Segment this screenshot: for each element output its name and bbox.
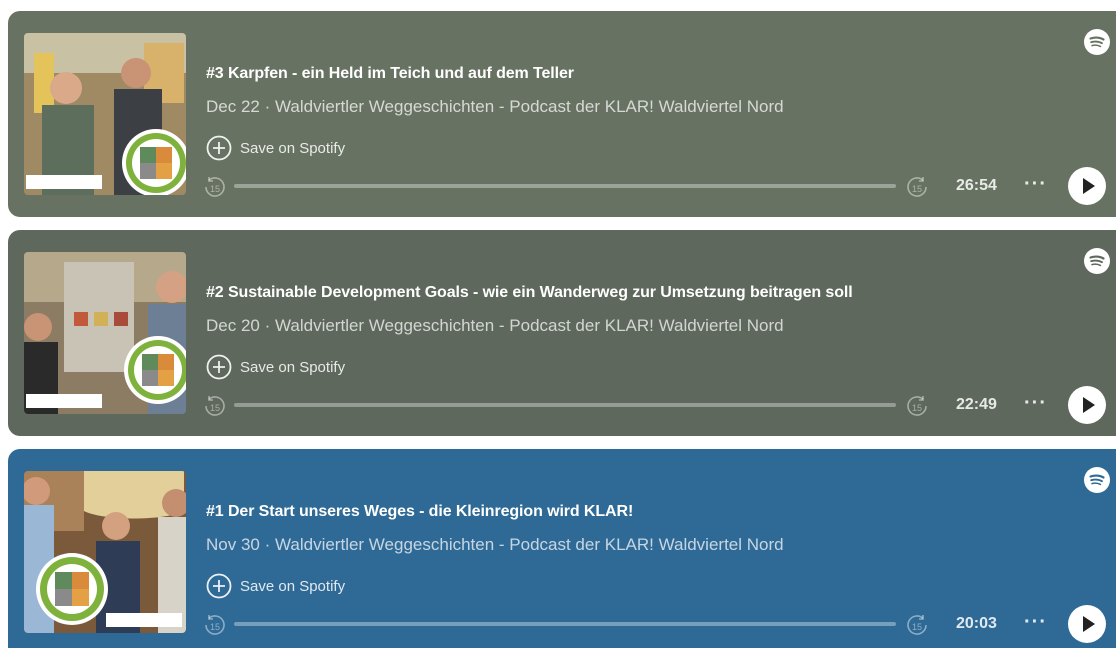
episode-meta: Nov 30 · Waldviertler Weggeschichten - P… [206, 535, 784, 554]
progress-bar[interactable] [234, 622, 896, 626]
play-icon [1083, 178, 1095, 194]
episode-cover-image[interactable] [24, 33, 186, 195]
more-options-button[interactable]: ··· [1024, 611, 1047, 634]
plus-circle-icon [206, 135, 232, 161]
episode-duration: 26:54 [956, 177, 997, 194]
skip-forward-15-icon[interactable]: 15 [904, 174, 930, 200]
episode-duration: 20:03 [956, 615, 997, 632]
save-label: Save on Spotify [240, 577, 346, 595]
episode-card-1[interactable]: #1 Der Start unseres Weges - die Kleinre… [8, 449, 1116, 648]
save-label: Save on Spotify [240, 358, 346, 376]
plus-circle-icon [206, 354, 232, 380]
playback-controls: 15 15 22:49 ··· [202, 386, 1110, 424]
svg-text:15: 15 [210, 184, 220, 194]
spotify-icon[interactable] [1084, 29, 1110, 55]
play-icon [1083, 616, 1095, 632]
skip-back-15-icon[interactable]: 15 [202, 393, 228, 419]
episode-cover-image[interactable] [24, 471, 186, 633]
svg-text:15: 15 [912, 622, 922, 632]
more-options-button[interactable]: ··· [1024, 173, 1047, 196]
episode-cover-image[interactable] [24, 252, 186, 414]
playback-controls: 15 15 20:03 ··· [202, 605, 1110, 643]
save-on-spotify-button[interactable]: Save on Spotify [206, 573, 345, 599]
episode-title[interactable]: #3 Karpfen - ein Held im Teich und auf d… [206, 65, 574, 83]
play-button[interactable] [1068, 386, 1106, 424]
svg-text:15: 15 [912, 403, 922, 413]
episode-title[interactable]: #2 Sustainable Development Goals - wie e… [206, 284, 853, 302]
save-label: Save on Spotify [240, 139, 346, 157]
svg-text:15: 15 [210, 622, 220, 632]
plus-circle-icon [206, 573, 232, 599]
episode-meta: Dec 22 · Waldviertler Weggeschichten - P… [206, 97, 784, 116]
spotify-icon[interactable] [1084, 248, 1110, 274]
episode-title[interactable]: #1 Der Start unseres Weges - die Kleinre… [206, 503, 633, 521]
episode-card-3[interactable]: #3 Karpfen - ein Held im Teich und auf d… [8, 11, 1116, 217]
svg-text:15: 15 [210, 403, 220, 413]
more-options-button[interactable]: ··· [1024, 392, 1047, 415]
play-button[interactable] [1068, 605, 1106, 643]
svg-text:15: 15 [912, 184, 922, 194]
skip-back-15-icon[interactable]: 15 [202, 612, 228, 638]
play-button[interactable] [1068, 167, 1106, 205]
skip-forward-15-icon[interactable]: 15 [904, 393, 930, 419]
episode-duration: 22:49 [956, 396, 997, 413]
progress-bar[interactable] [234, 403, 896, 407]
episode-meta: Dec 20 · Waldviertler Weggeschichten - P… [206, 316, 784, 335]
save-on-spotify-button[interactable]: Save on Spotify [206, 135, 345, 161]
skip-back-15-icon[interactable]: 15 [202, 174, 228, 200]
episode-card-2[interactable]: #2 Sustainable Development Goals - wie e… [8, 230, 1116, 436]
spotify-icon[interactable] [1084, 467, 1110, 493]
save-on-spotify-button[interactable]: Save on Spotify [206, 354, 345, 380]
skip-forward-15-icon[interactable]: 15 [904, 612, 930, 638]
play-icon [1083, 397, 1095, 413]
progress-bar[interactable] [234, 184, 896, 188]
playback-controls: 15 15 26:54 ··· [202, 167, 1110, 205]
